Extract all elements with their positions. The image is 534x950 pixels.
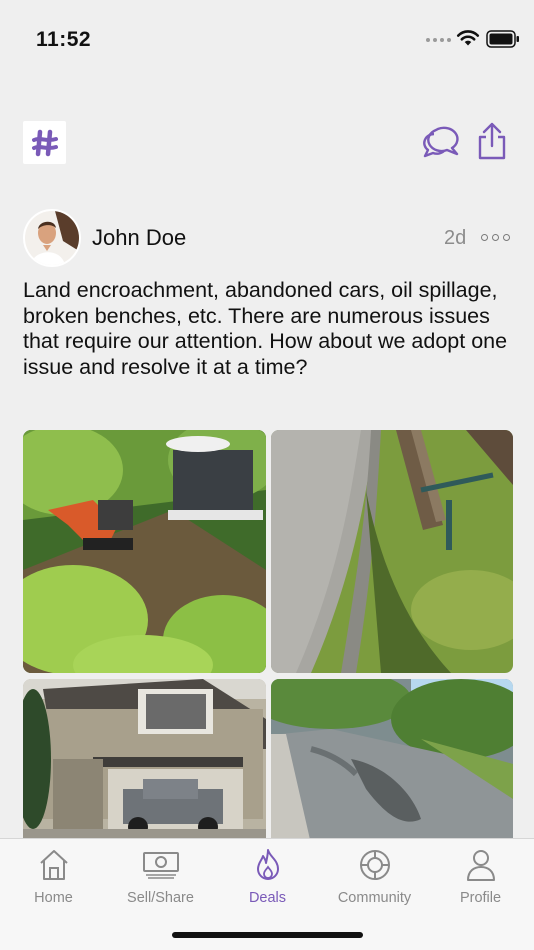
tab-profile-label: Profile <box>459 890 502 906</box>
person-icon <box>466 850 495 881</box>
lifebuoy-icon <box>359 850 390 880</box>
home-icon <box>39 850 68 880</box>
post-text: Land encroachment, abandoned cars, oil s… <box>23 278 508 379</box>
tab-home[interactable]: Home <box>0 839 107 919</box>
hashtag-logo-icon <box>31 129 58 156</box>
banknote-icon <box>142 852 179 879</box>
cellular-signal-icon <box>426 38 451 42</box>
author-name[interactable]: John Doe <box>92 225 186 251</box>
tab-home-label: Home <box>34 890 73 906</box>
tab-sell-share-label: Sell/Share <box>127 890 194 906</box>
status-time: 11:52 <box>36 28 92 51</box>
flame-icon <box>256 849 279 880</box>
author-avatar[interactable] <box>23 209 81 267</box>
tab-profile[interactable]: Profile <box>427 839 534 919</box>
house-abandoned-truck-photo[interactable] <box>23 679 266 844</box>
tab-deals-label: Deals <box>248 890 287 906</box>
tab-community-label: Community <box>337 890 412 906</box>
tab-community[interactable]: Community <box>321 839 428 919</box>
excavator-hillside-photo[interactable] <box>23 430 266 673</box>
wifi-icon <box>456 30 480 46</box>
chat-bubbles-icon[interactable] <box>422 122 462 160</box>
post-timestamp: 2d <box>444 227 467 249</box>
broken-bench-photo[interactable] <box>271 430 513 673</box>
tab-sell-share[interactable]: Sell/Share <box>107 839 214 919</box>
home-indicator[interactable] <box>172 932 363 938</box>
more-options-icon[interactable] <box>481 234 510 241</box>
tab-bar: Home Sell/Share Deals Community Profile <box>0 838 534 950</box>
app-logo[interactable] <box>23 121 66 164</box>
oil-spill-road-photo[interactable] <box>271 679 513 844</box>
share-icon[interactable] <box>476 121 508 161</box>
battery-icon <box>486 30 519 48</box>
tab-deals[interactable]: Deals <box>214 839 321 919</box>
status-bar: 11:52 <box>0 0 534 80</box>
